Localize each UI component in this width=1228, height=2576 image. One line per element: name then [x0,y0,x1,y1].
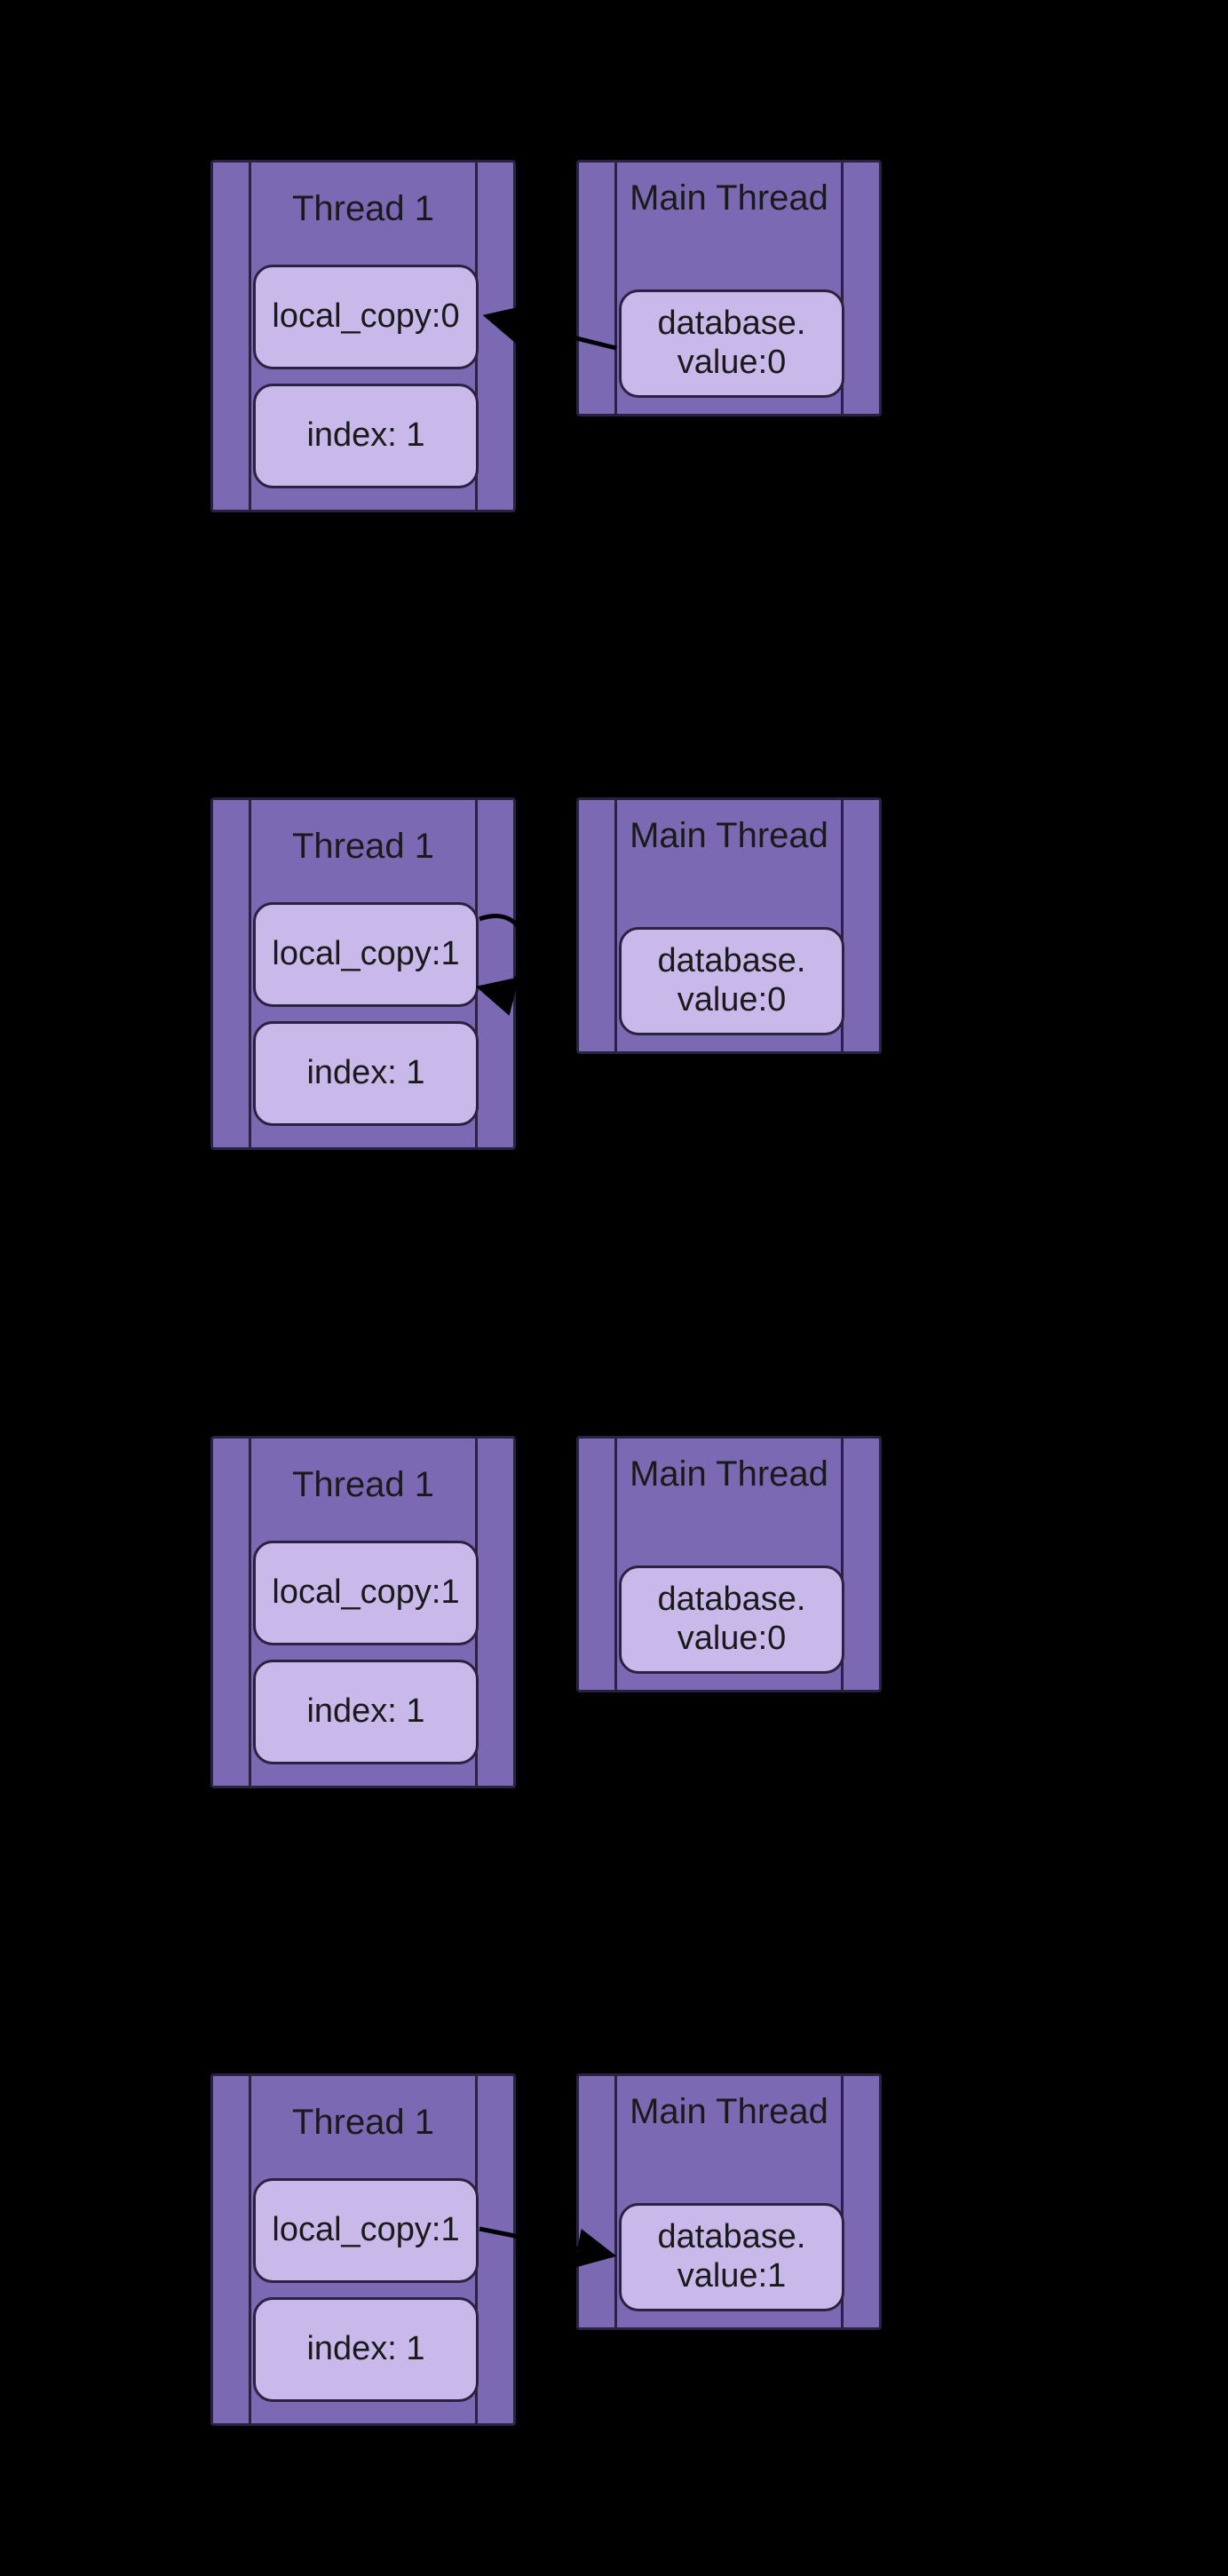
thread1-title: Thread 1 [213,827,513,867]
database-value: database. value:0 [658,305,806,382]
thread1-box: Thread 1 local_copy:0 index: 1 [210,160,516,512]
index-box: index: 1 [253,2297,479,2402]
database-value: database. value:1 [658,2218,806,2295]
main-thread-title: Main Thread [579,178,879,218]
local-copy-value: local_copy:0 [272,297,459,337]
index-value: index: 1 [306,1054,424,1093]
thread1-box: Thread 1 local_copy:1 index: 1 [210,1436,516,1788]
index-value: index: 1 [306,416,424,456]
database-value: database. value:0 [658,942,806,1019]
main-thread-title: Main Thread [579,2092,879,2131]
thread1-title: Thread 1 [213,2103,513,2143]
local-copy-box: local_copy:0 [253,265,479,369]
thread1-title: Thread 1 [213,1465,513,1505]
local-copy-box: local_copy:1 [253,1541,479,1645]
local-copy-value: local_copy:1 [272,935,459,974]
main-thread-box: Main Thread database. value:0 [576,160,882,416]
local-copy-value: local_copy:1 [272,2211,459,2250]
main-thread-title: Main Thread [579,1454,879,1494]
database-value: database. value:0 [658,1581,806,1658]
index-box: index: 1 [253,1660,479,1764]
index-box: index: 1 [253,384,479,488]
database-value-box: database. value:0 [619,289,844,398]
index-box: index: 1 [253,1021,479,1126]
main-thread-box: Main Thread database. value:1 [576,2073,882,2330]
main-thread-title: Main Thread [579,816,879,855]
index-value: index: 1 [306,1692,424,1732]
index-value: index: 1 [306,2330,424,2369]
database-value-box: database. value:1 [619,2203,844,2311]
main-thread-box: Main Thread database. value:0 [576,1436,882,1692]
local-copy-box: local_copy:1 [253,2178,479,2283]
thread1-box: Thread 1 local_copy:1 index: 1 [210,2073,516,2426]
thread1-title: Thread 1 [213,189,513,229]
local-copy-box: local_copy:1 [253,902,479,1007]
diagram-stage: Thread 1 local_copy:0 index: 1 Main Thre… [0,0,1228,2576]
database-value-box: database. value:0 [619,1565,844,1674]
main-thread-box: Main Thread database. value:0 [576,797,882,1054]
local-copy-value: local_copy:1 [272,1573,459,1613]
thread1-box: Thread 1 local_copy:1 index: 1 [210,797,516,1150]
database-value-box: database. value:0 [619,927,844,1035]
